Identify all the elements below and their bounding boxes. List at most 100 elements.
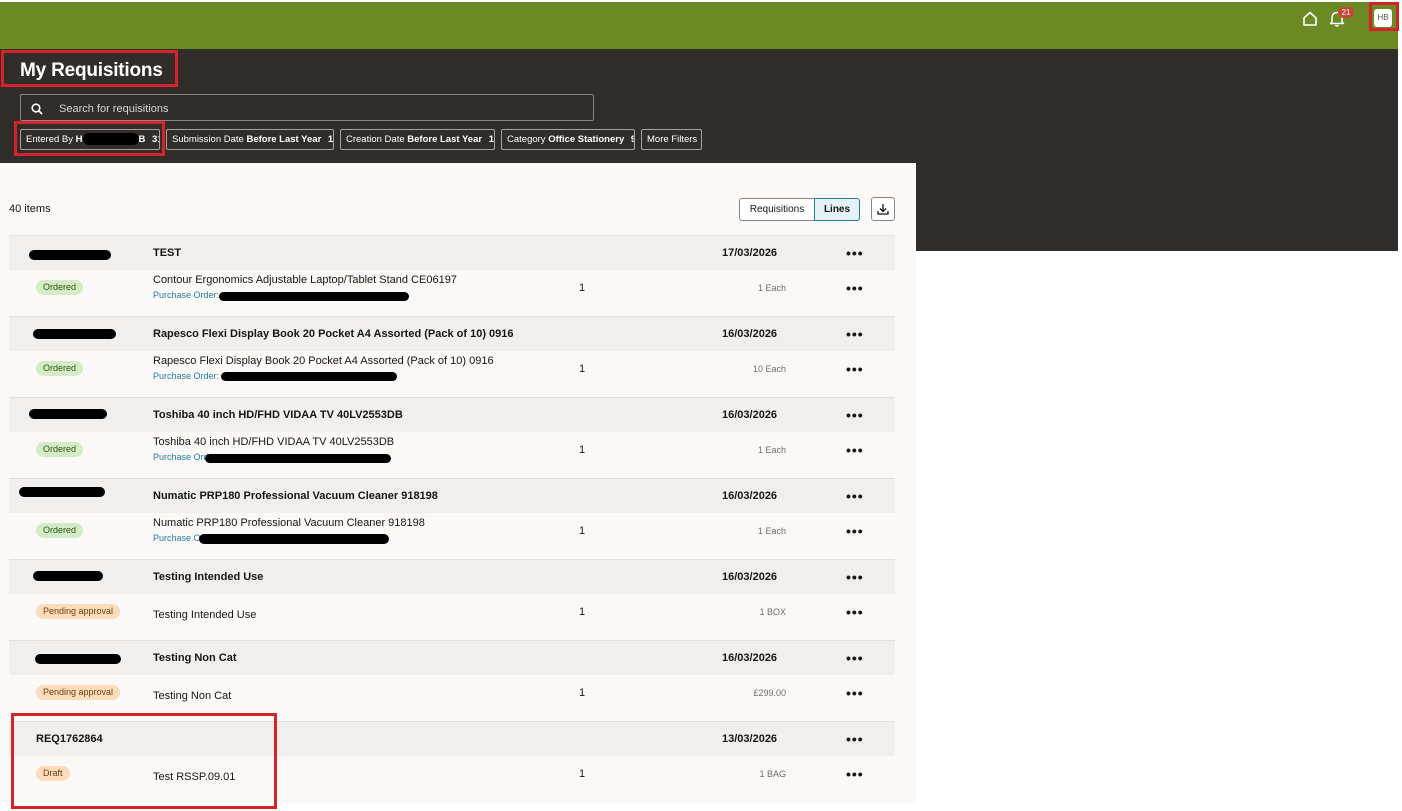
redaction-mark	[33, 571, 103, 581]
filter-chip-creation-date[interactable]: Creation Date Before Last Year 18	[340, 129, 495, 150]
search-icon	[31, 102, 43, 120]
line-uom: 1 BAG	[759, 769, 786, 779]
line-uom: 1 Each	[757, 526, 786, 536]
view-toggle-lines[interactable]: Lines	[814, 198, 860, 221]
line-description: Numatic PRP180 Professional Vacuum Clean…	[153, 517, 425, 529]
filter-value: H	[75, 134, 83, 145]
requisition-header-row[interactable]: Numatic PRP180 Professional Vacuum Clean…	[9, 478, 895, 513]
requisition-title: Testing Non Cat	[153, 652, 237, 664]
page-title: My Requisitions	[20, 60, 163, 81]
redaction-mark	[199, 534, 389, 544]
filter-value: Before Last Year	[407, 134, 483, 145]
line-description: Rapesco Flexi Display Book 20 Pocket A4 …	[153, 355, 494, 367]
requisition-date: 16/03/2026	[722, 490, 778, 502]
redaction-mark	[205, 454, 391, 463]
requisition-number[interactable]: REQ1762864	[36, 733, 103, 745]
requisition-group: Toshiba 40 inch HD/FHD VIDAA TV 40LV2553…	[9, 397, 895, 478]
redaction-mark	[33, 329, 116, 339]
requisition-header-row[interactable]: Testing Intended Use 16/03/2026 •••	[9, 559, 895, 594]
requisition-actions-icon[interactable]: •••	[846, 732, 864, 746]
line-description: Testing Intended Use	[153, 609, 257, 621]
home-icon[interactable]	[1302, 11, 1318, 31]
line-quantity: 1	[579, 768, 586, 780]
requisition-title: Toshiba 40 inch HD/FHD VIDAA TV 40LV2553…	[153, 409, 403, 421]
global-header: 21 HB	[0, 2, 1398, 49]
requisition-actions-icon[interactable]: •••	[846, 489, 864, 503]
requisition-group: Numatic PRP180 Professional Vacuum Clean…	[9, 478, 895, 559]
requisition-header-row[interactable]: Rapesco Flexi Display Book 20 Pocket A4 …	[9, 316, 895, 351]
line-actions-icon[interactable]: •••	[846, 524, 864, 538]
line-quantity: 1	[579, 282, 586, 294]
items-count: 40 items	[9, 203, 51, 215]
line-quantity: 1	[579, 687, 586, 699]
status-badge: Ordered	[36, 523, 84, 538]
line-actions-icon[interactable]: •••	[846, 281, 864, 295]
user-avatar[interactable]: HB	[1374, 9, 1392, 27]
requisition-date: 16/03/2026	[722, 409, 778, 421]
redaction-mark	[29, 250, 111, 260]
requisition-actions-icon[interactable]: •••	[846, 570, 864, 584]
filter-value-suffix: B	[138, 134, 146, 145]
purchase-order-link[interactable]: Purchase Order:	[153, 290, 219, 300]
line-uom: 1 Each	[757, 445, 786, 455]
requisition-actions-icon[interactable]: •••	[846, 651, 864, 665]
filter-label: Entered By	[26, 134, 73, 145]
redaction-mark	[19, 487, 105, 497]
line-description: Contour Ergonomics Adjustable Laptop/Tab…	[153, 274, 457, 286]
requisition-title: Numatic PRP180 Professional Vacuum Clean…	[153, 490, 438, 502]
purchase-order-link[interactable]: Purchase Or	[153, 533, 204, 543]
view-toggle-requisitions[interactable]: Requisitions	[739, 198, 815, 221]
download-button[interactable]	[871, 197, 895, 221]
line-actions-icon[interactable]: •••	[846, 605, 864, 619]
line-uom: 1 BOX	[759, 607, 786, 617]
line-description: Test RSSP.09.01	[153, 771, 236, 783]
purchase-order-link[interactable]: Purchase Order:	[153, 371, 219, 381]
line-description: Toshiba 40 inch HD/FHD VIDAA TV 40LV2553…	[153, 436, 395, 448]
requisition-title: TEST	[153, 247, 182, 259]
line-uom: 1 Each	[757, 283, 786, 293]
requisition-group: REQ1762864 13/03/2026 ••• Draft Test RSS…	[9, 721, 895, 802]
search-bar[interactable]	[20, 94, 594, 121]
requisition-actions-icon[interactable]: •••	[846, 408, 864, 422]
line-actions-icon[interactable]: •••	[846, 362, 864, 376]
line-quantity: 1	[579, 444, 586, 456]
requisition-header-row[interactable]: Testing Non Cat 16/03/2026 •••	[9, 640, 895, 675]
filter-chip-submission-date[interactable]: Submission Date Before Last Year 18	[166, 129, 334, 150]
requisition-title: Rapesco Flexi Display Book 20 Pocket A4 …	[153, 328, 514, 340]
line-actions-icon[interactable]: •••	[846, 686, 864, 700]
requisition-header-row[interactable]: REQ1762864 13/03/2026 •••	[9, 721, 895, 756]
status-badge: Draft	[36, 766, 70, 781]
notification-count-badge: 21	[1338, 7, 1354, 18]
filter-chip-category[interactable]: Category Office Stationery 9	[501, 129, 635, 150]
purchase-order-link[interactable]: Purchase Ord	[153, 452, 209, 462]
requisition-header-row[interactable]: TEST 17/03/2026 •••	[9, 235, 895, 270]
requisition-date: 13/03/2026	[722, 733, 778, 745]
filter-count: 18	[327, 134, 334, 145]
line-uom: 10 Each	[752, 364, 786, 374]
requisition-group: Testing Intended Use 16/03/2026 ••• Pend…	[9, 559, 895, 640]
line-actions-icon[interactable]: •••	[846, 767, 864, 781]
status-badge: Pending approval	[36, 604, 121, 619]
status-badge: Ordered	[36, 361, 84, 376]
requisition-date: 16/03/2026	[722, 571, 778, 583]
filter-label: Creation Date	[346, 134, 405, 145]
requisition-actions-icon[interactable]: •••	[846, 327, 864, 341]
requisition-actions-icon[interactable]: •••	[846, 246, 864, 260]
filter-value: Before Last Year	[246, 134, 322, 145]
search-input[interactable]	[57, 99, 581, 119]
requisition-date: 16/03/2026	[722, 328, 778, 340]
requisition-title: Testing Intended Use	[153, 571, 264, 583]
filter-count: 18	[488, 134, 495, 145]
filter-label: Category	[507, 134, 546, 145]
line-actions-icon[interactable]: •••	[846, 443, 864, 457]
requisition-header-row[interactable]: Toshiba 40 inch HD/FHD VIDAA TV 40LV2553…	[9, 397, 895, 432]
filter-count: 31	[152, 134, 159, 145]
more-filters-button[interactable]: More Filters	[641, 129, 702, 150]
redaction-mark	[35, 654, 121, 664]
filter-count: 9	[631, 134, 634, 145]
status-badge: Ordered	[36, 442, 84, 457]
status-badge: Pending approval	[36, 685, 121, 700]
redaction-mark	[82, 133, 139, 146]
filter-chip-entered-by[interactable]: Entered By H B 31	[20, 129, 160, 150]
download-icon	[877, 204, 889, 215]
